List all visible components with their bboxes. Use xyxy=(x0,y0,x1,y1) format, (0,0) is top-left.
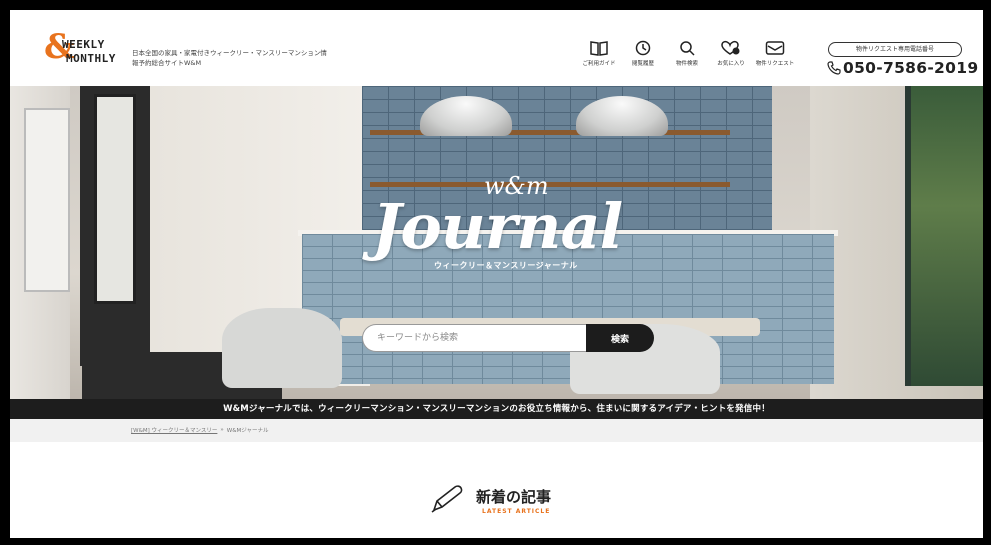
journal-logo-subtitle: ウィークリー＆マンスリージャーナル xyxy=(434,261,578,270)
nav-history-label: 閲覧履歴 xyxy=(631,61,654,67)
nav-search[interactable]: 物件検索 xyxy=(665,40,709,67)
nav-guide-label: ご利用ガイド xyxy=(582,61,616,67)
hero-window-frame xyxy=(905,86,911,386)
nav-request-label: 物件リクエスト xyxy=(755,61,795,67)
nav-favorites[interactable]: お気に入り xyxy=(709,40,753,67)
mail-icon xyxy=(765,41,785,55)
hero-chair-left xyxy=(222,308,342,388)
intro-banner: W&Mジャーナルでは、ウィークリーマンション・マンスリーマンションのお役立ち情報… xyxy=(10,399,983,419)
hero-picture-frame xyxy=(24,108,70,292)
search-box: 検索 xyxy=(362,324,654,352)
hero-window xyxy=(910,86,983,386)
section-title-en: LATEST ARTICLE xyxy=(482,508,551,515)
request-phone-label: 物件リクエスト専用電話番号 xyxy=(828,42,962,57)
breadcrumb-bar: [W&M] ウィークリー＆マンスリー » W&Mジャーナル xyxy=(10,419,983,442)
phone-icon xyxy=(827,61,841,75)
logo-weekly: WEEKLY xyxy=(62,38,105,51)
phone-number[interactable]: 050-7586-2019 xyxy=(827,59,978,77)
search-input[interactable] xyxy=(362,324,588,352)
site-tagline: 日本全国の家具・家電付きウィークリー・マンスリーマンション情報予約総合サイトW&… xyxy=(132,49,327,67)
phone-number-text: 050-7586-2019 xyxy=(843,59,979,77)
breadcrumb-home[interactable]: [W&M] ウィークリー＆マンスリー xyxy=(131,426,217,434)
breadcrumb: [W&M] ウィークリー＆マンスリー » W&Mジャーナル xyxy=(131,426,268,434)
hero-image: w&m Journal ウィークリー＆マンスリージャーナル 検索 xyxy=(10,86,983,399)
heart-icon xyxy=(721,40,740,55)
site-header: & WEEKLY MONTHLY 日本全国の家具・家電付きウィークリー・マンスリ… xyxy=(10,10,983,86)
search-icon xyxy=(680,41,695,56)
clock-icon xyxy=(635,40,651,56)
site-logo[interactable]: & WEEKLY MONTHLY xyxy=(44,30,134,72)
search-button[interactable]: 検索 xyxy=(586,324,654,352)
nav-search-label: 物件検索 xyxy=(675,61,698,67)
nav-favorites-label: お気に入り xyxy=(717,61,745,67)
journal-logo: w&m Journal ウィークリー＆マンスリージャーナル xyxy=(372,172,642,272)
browser-viewport: & WEEKLY MONTHLY 日本全国の家具・家電付きウィークリー・マンスリ… xyxy=(10,10,983,538)
nav-history[interactable]: 閲覧履歴 xyxy=(621,40,665,67)
section-title-jp: 新着の記事 xyxy=(476,488,552,506)
breadcrumb-separator: » xyxy=(220,427,224,433)
latest-articles-heading: 新着の記事 LATEST ARTICLE xyxy=(428,482,588,522)
pen-icon xyxy=(431,485,463,513)
book-icon xyxy=(590,41,608,56)
nav-guide[interactable]: ご利用ガイド xyxy=(577,40,621,67)
hero-door-glass xyxy=(94,94,136,304)
journal-logo-big: Journal xyxy=(372,190,623,263)
breadcrumb-current: W&Mジャーナル xyxy=(226,428,269,434)
nav-request[interactable]: 物件リクエスト xyxy=(753,40,797,67)
logo-monthly: MONTHLY xyxy=(66,52,116,65)
header-nav: ご利用ガイド 閲覧履歴 物件検索 お気に入り 物件リクエスト xyxy=(577,40,797,67)
